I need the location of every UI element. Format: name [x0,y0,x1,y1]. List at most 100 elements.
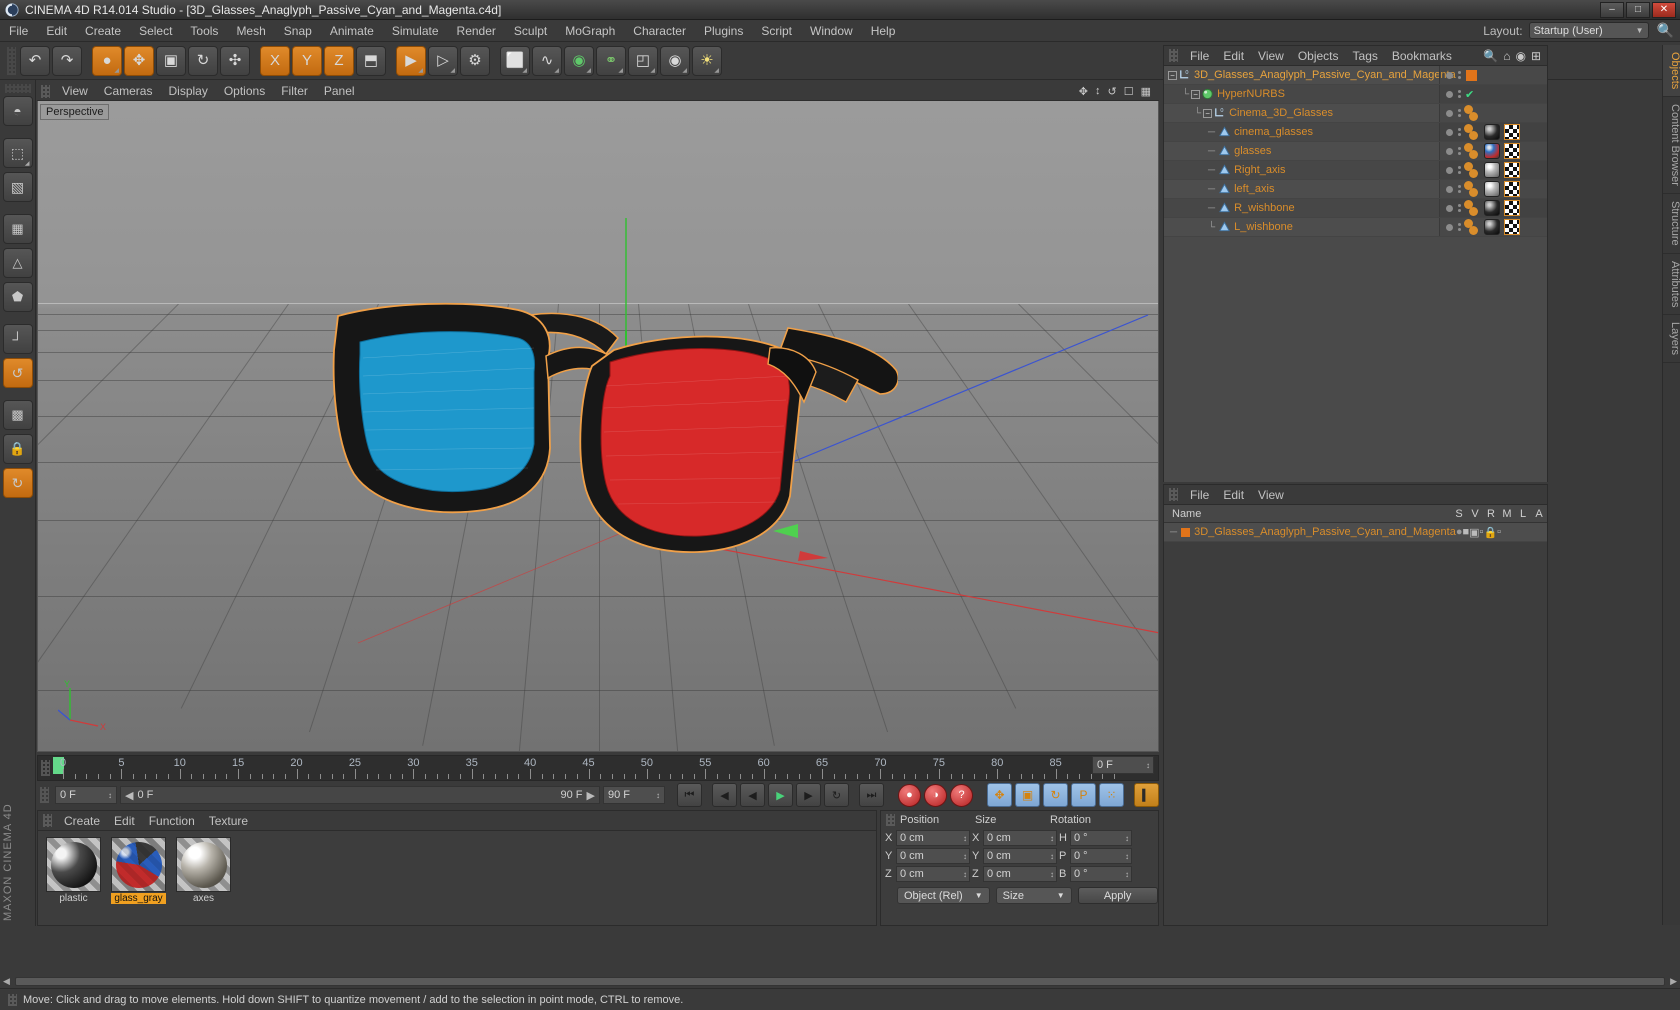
orange-tag-pair-icon[interactable] [1464,104,1480,122]
end-frame-field[interactable]: 90 F ↕ [603,786,665,804]
uvw-tag-icon[interactable] [1504,200,1520,216]
visibility-editor-dot[interactable] [1446,185,1453,193]
viewport-menu-filter[interactable]: Filter [273,82,316,101]
size-z-input[interactable]: 0 cm ↕ [983,866,1057,882]
layer-solo-dot[interactable]: ● [1456,526,1463,538]
tab-objects[interactable]: Objects [1663,45,1680,98]
viewport-menu-options[interactable]: Options [216,82,273,101]
horizontal-scrollbar[interactable]: ◀ ▶ [0,974,1680,988]
viewport-solo-button[interactable]: ▩ [2,400,33,430]
object-name[interactable]: Cinema_3D_Glasses [1229,107,1333,119]
om-menu-file[interactable]: File [1183,49,1216,63]
menu-select[interactable]: Select [130,20,181,42]
scroll-left-arrow-icon[interactable]: ◀ [0,976,13,987]
spinner-icon[interactable]: ↕ [1125,834,1131,843]
visibility-render-dots[interactable] [1458,166,1461,174]
orange-tag-pair-icon[interactable] [1464,180,1480,198]
timeline-grip[interactable] [41,760,50,776]
pan-icon[interactable]: ✥ [1079,85,1088,98]
visibility-render-dots[interactable] [1458,90,1461,98]
visibility-editor-dot[interactable] [1446,109,1453,117]
add-cube-button[interactable]: ⬜ ◢ [500,45,530,76]
object-name[interactable]: 3D_Glasses_Anaglyph_Passive_Cyan_and_Mag… [1194,69,1456,81]
visibility-editor-dot[interactable] [1446,166,1453,174]
render-settings-button[interactable]: ⚙ [460,45,490,76]
object-row-root[interactable]: − 0 3D_Glasses_Anaglyph_Passive_Cyan_and… [1164,66,1547,85]
spinner-icon[interactable]: ↕ [1146,761,1153,770]
spinner-icon[interactable]: ↕ [1050,852,1056,861]
visibility-editor-dot[interactable] [1446,147,1453,155]
world-coordinates-button[interactable]: ⬒ [356,45,386,76]
menu-create[interactable]: Create [76,20,130,42]
add-hypernurbs-button[interactable]: ◉ ◢ [564,45,594,76]
mm-menu-texture[interactable]: Texture [202,814,255,828]
grid-icon[interactable]: ▦ [1141,85,1151,98]
uvw-tag-icon[interactable] [1504,124,1520,140]
viewport-menu-grip[interactable] [41,84,50,98]
rotation-p-input[interactable]: 0 ° ↕ [1070,848,1132,864]
visibility-render-dots[interactable] [1458,128,1461,136]
menu-mesh[interactable]: Mesh [227,20,274,42]
model-mode-button[interactable]: ⬚ ◢ [2,138,33,168]
statusbar-grip[interactable] [8,993,17,1006]
spinner-icon[interactable]: ↕ [1050,834,1056,843]
size-mode-select[interactable]: Size ▼ [995,887,1072,904]
planar-workplane-button[interactable]: ↻ [2,468,33,498]
layer-lock-icon[interactable]: 🔒 [1483,526,1497,539]
material-thumbnail[interactable] [111,837,166,892]
menu-window[interactable]: Window [801,20,862,42]
transport-grip[interactable] [40,787,49,803]
add-scene-button[interactable]: ◰ ◢ [628,45,658,76]
layer-color-swatch[interactable] [1466,69,1477,81]
material-item-axes[interactable]: axes [176,837,231,904]
uvw-tag-icon[interactable] [1504,162,1520,178]
mm-menu-create[interactable]: Create [57,814,107,828]
visibility-render-dots[interactable] [1458,223,1461,231]
autokeying-button[interactable]: ◑ [924,783,947,807]
object-row-glasses[interactable]: ─ glasses [1164,142,1547,161]
spinner-icon[interactable]: ↕ [104,791,112,800]
viewport-menu-display[interactable]: Display [160,82,215,101]
step-back-button[interactable]: ◀ [740,783,765,807]
object-tree-empty-area[interactable] [1164,237,1547,482]
material-item-glass-gray[interactable]: glass_gray [111,837,166,904]
workplane-button[interactable]: ┘ [2,324,33,354]
om-menu-tags[interactable]: Tags [1346,49,1385,63]
polygons-mode-button[interactable]: ⬟ [2,282,33,312]
menu-animate[interactable]: Animate [321,20,383,42]
visibility-editor-dot[interactable] [1446,90,1453,98]
rotation-b-input[interactable]: 0 ° ↕ [1070,866,1132,882]
play-button[interactable]: ▶ [768,783,793,807]
frame-range-slider[interactable]: ◀ 0 F 90 F ▶ [120,786,600,804]
move-tool-button[interactable]: ✥ [124,45,154,76]
layer-animation-box[interactable]: ▫ [1497,526,1501,538]
viewport-menu-cameras[interactable]: Cameras [96,82,161,101]
visibility-editor-dot[interactable] [1446,223,1453,231]
menu-edit[interactable]: Edit [37,20,76,42]
enabled-check-icon[interactable]: ✔ [1465,88,1474,101]
maximize-icon[interactable]: ☐ [1124,85,1134,98]
uvw-tag-icon[interactable] [1504,181,1520,197]
material-thumbnail[interactable] [46,837,101,892]
material-thumbnail[interactable] [176,837,231,892]
material-tag-icon[interactable] [1484,200,1500,216]
undo-button[interactable]: ↶ [20,45,50,76]
edges-mode-button[interactable]: △ [2,248,33,278]
rotation-h-input[interactable]: 0 ° ↕ [1070,830,1132,846]
visibility-editor-dot[interactable] [1446,128,1453,136]
object-name[interactable]: cinema_glasses [1234,126,1313,138]
render-view-button[interactable]: ▶ ◢ [396,45,426,76]
visibility-editor-dot[interactable] [1446,71,1453,79]
object-name[interactable]: left_axis [1234,183,1274,195]
layer-color-swatch[interactable] [1181,527,1191,537]
uvw-tag-icon[interactable] [1504,143,1520,159]
spinner-icon[interactable]: ↕ [963,834,969,843]
rotate-tool-button[interactable]: ↻ [188,45,218,76]
om-menu-edit[interactable]: Edit [1216,49,1251,63]
material-tag-icon[interactable] [1484,143,1500,159]
toolbar-grip[interactable] [7,46,16,75]
timeline-track[interactable]: 051015202530354045505560657075808590 [53,756,1158,780]
coordinates-grip[interactable] [886,814,895,826]
play-loop-button[interactable]: ↻ [824,783,849,807]
home-icon[interactable]: ⌂ [1503,49,1510,63]
